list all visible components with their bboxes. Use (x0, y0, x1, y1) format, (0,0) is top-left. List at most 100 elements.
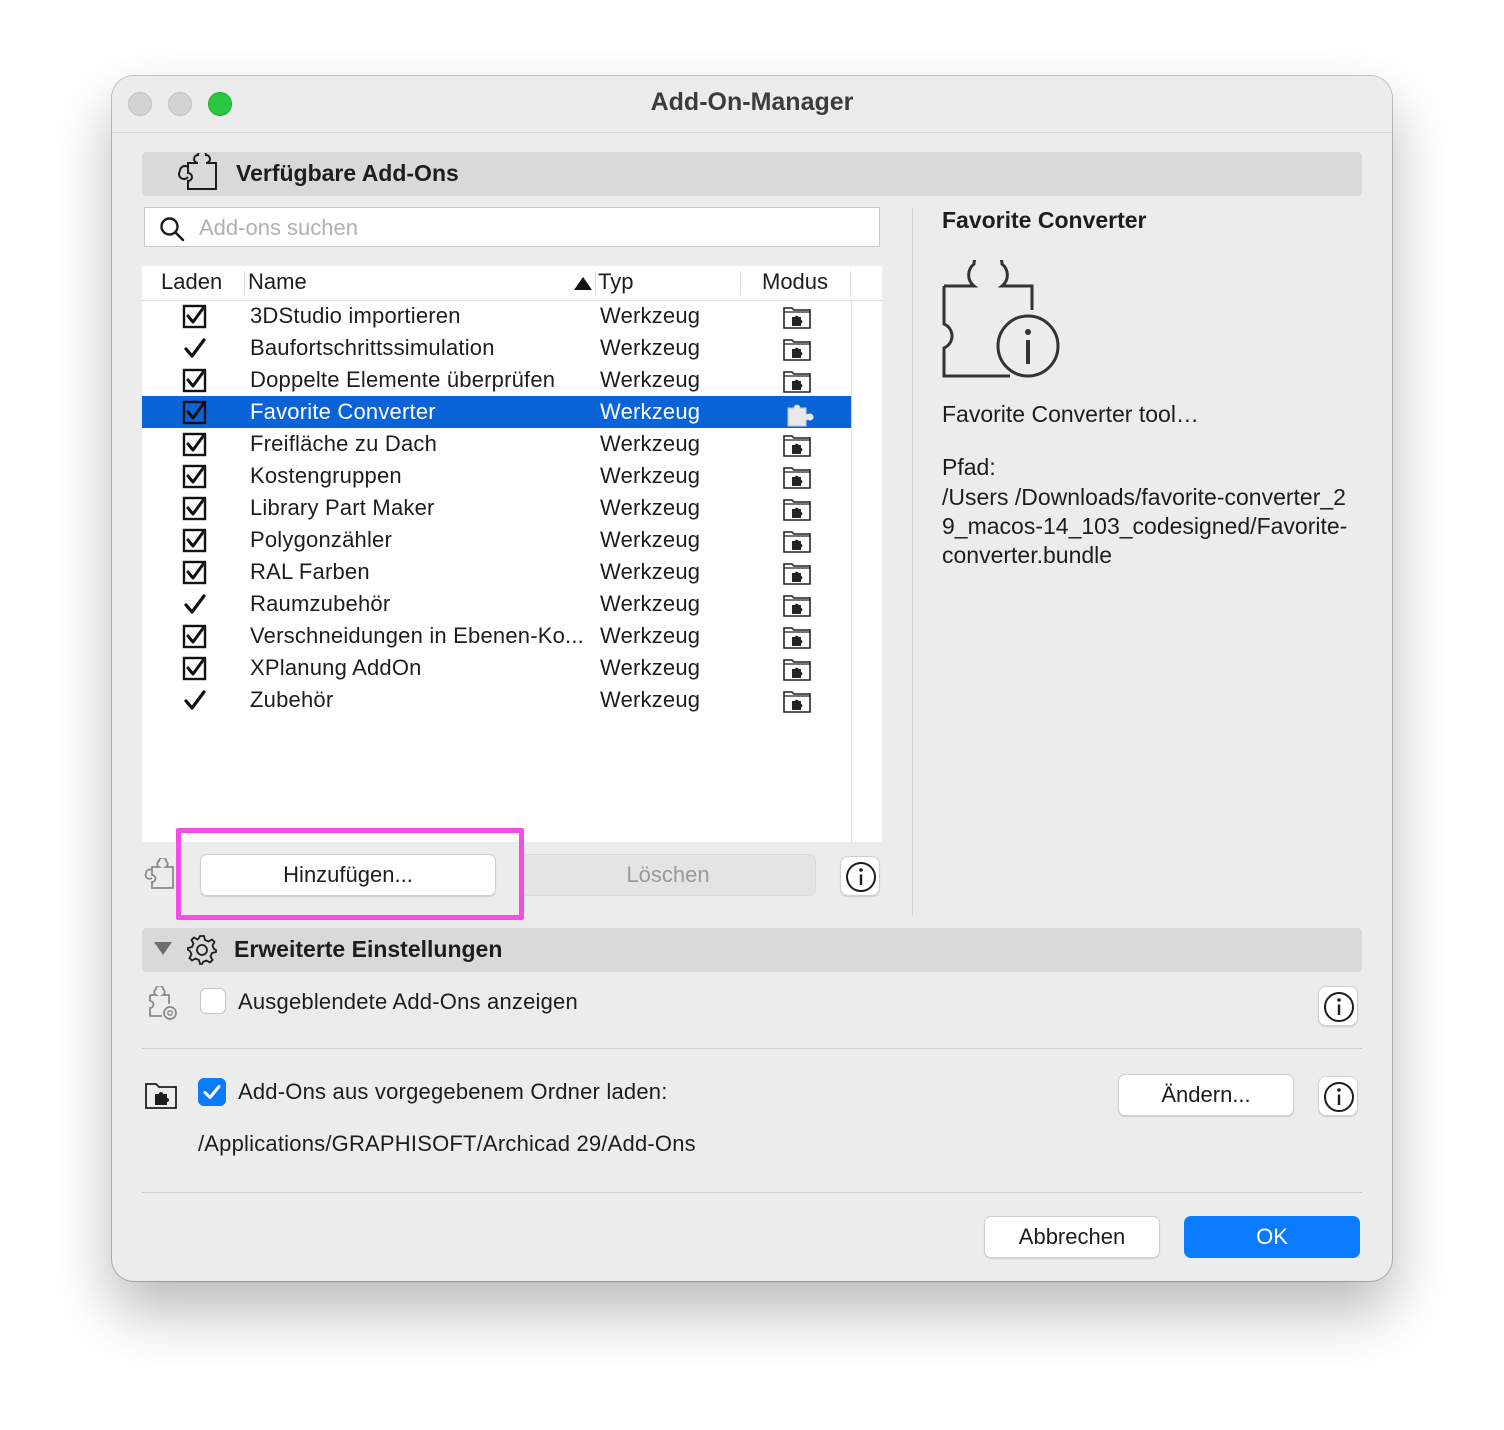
table-row[interactable]: Zubehör Werkzeug (142, 684, 852, 716)
table-row[interactable]: 3DStudio importieren Werkzeug (142, 300, 852, 332)
table-row[interactable]: Freifläche zu Dach Werkzeug (142, 428, 852, 460)
addon-type: Werkzeug (600, 527, 701, 552)
info-button[interactable] (1318, 986, 1358, 1026)
addon-name: Baufortschrittssimulation (250, 335, 495, 360)
addon-name: Polygonzähler (250, 527, 393, 552)
addon-folder-icon (144, 1080, 178, 1115)
table-row[interactable]: Kostengruppen Werkzeug (142, 460, 852, 492)
search-icon (159, 216, 185, 247)
load-checkbox[interactable] (182, 624, 208, 655)
load-checkbox[interactable] (182, 464, 208, 495)
column-header-load[interactable]: Laden (161, 269, 222, 295)
checkmark-icon[interactable] (182, 592, 208, 623)
column-separator (595, 271, 596, 295)
info-icon (1324, 1082, 1354, 1112)
addon-mode-folder-icon (782, 496, 812, 527)
addon-mode-folder-icon (782, 688, 812, 719)
addon-type: Werkzeug (600, 591, 701, 616)
load-checkbox[interactable] (182, 528, 208, 559)
addon-type: Werkzeug (600, 623, 701, 648)
column-header-mode[interactable]: Modus (762, 269, 828, 295)
addon-name: Doppelte Elemente überprüfen (250, 367, 556, 392)
change-folder-button[interactable]: Ändern... (1118, 1074, 1294, 1116)
checkmark-icon (203, 1085, 221, 1099)
delete-button[interactable]: Löschen (520, 854, 816, 896)
addon-name: Kostengruppen (250, 463, 402, 488)
load-checkbox[interactable] (182, 496, 208, 527)
addon-mode-folder-icon (782, 464, 812, 495)
detail-description: Favorite Converter tool… (942, 401, 1199, 427)
load-checkbox[interactable] (182, 400, 208, 431)
info-button[interactable] (840, 856, 880, 896)
load-checkbox[interactable] (182, 560, 208, 591)
addon-type: Werkzeug (600, 687, 701, 712)
search-field[interactable] (144, 207, 880, 247)
addons-table: Laden Name Typ Modus 3DStudio importiere… (142, 266, 882, 842)
detail-path: /Users /Downloads/favorite-converter_29_… (942, 484, 1348, 568)
load-checkbox[interactable] (182, 304, 208, 335)
show-hidden-checkbox[interactable] (200, 988, 226, 1014)
load-checkbox[interactable] (182, 656, 208, 687)
available-addons-header: Verfügbare Add-Ons (142, 150, 1362, 198)
table-header: Laden Name Typ Modus (142, 266, 882, 301)
folder-path: /Applications/GRAPHISOFT/Archicad 29/Add… (198, 1131, 696, 1156)
checkmark-icon[interactable] (182, 336, 208, 367)
panel-divider (912, 208, 913, 916)
column-header-name[interactable]: Name (248, 269, 307, 295)
table-scroll-divider (851, 300, 852, 842)
window-title: Add-On-Manager (650, 88, 854, 116)
addon-type: Werkzeug (600, 335, 701, 360)
detail-title: Favorite Converter (942, 207, 1147, 233)
addon-name: Freifläche zu Dach (250, 431, 438, 456)
checkmark-icon[interactable] (182, 688, 208, 719)
advanced-settings-header[interactable]: Erweiterte Einstellungen (142, 928, 1362, 972)
addon-name: 3DStudio importieren (250, 303, 461, 328)
addon-type: Werkzeug (600, 431, 701, 456)
addon-mode-folder-icon (782, 560, 812, 591)
load-checkbox[interactable] (182, 432, 208, 463)
ok-button[interactable]: OK (1184, 1216, 1360, 1258)
addon-name: Verschneidungen in Ebenen-Ko... (250, 623, 584, 648)
column-separator (740, 271, 741, 295)
sort-ascending-icon (574, 277, 592, 290)
column-separator (850, 271, 851, 295)
addon-mode-folder-icon (782, 528, 812, 559)
table-row[interactable]: Raumzubehör Werkzeug (142, 588, 852, 620)
show-hidden-label: Ausgeblendete Add-Ons anzeigen (238, 989, 578, 1014)
addon-name: Library Part Maker (250, 495, 435, 520)
table-row[interactable]: RAL Farben Werkzeug (142, 556, 852, 588)
puzzle-icon (144, 856, 180, 897)
load-folder-label: Add-Ons aus vorgegebenem Ordner laden: (238, 1079, 668, 1104)
disclosure-triangle-icon[interactable] (154, 942, 172, 955)
table-row[interactable]: Doppelte Elemente überprüfen Werkzeug (142, 364, 852, 396)
table-row[interactable]: Library Part Maker Werkzeug (142, 492, 852, 524)
table-row[interactable]: Verschneidungen in Ebenen-Ko... Werkzeug (142, 620, 852, 652)
table-row[interactable]: Favorite Converter Werkzeug (142, 396, 852, 428)
addon-mode-folder-icon (782, 656, 812, 687)
search-input[interactable] (197, 212, 861, 244)
table-row[interactable]: XPlanung AddOn Werkzeug (142, 652, 852, 684)
load-folder-checkbox[interactable] (198, 1078, 226, 1106)
addon-type: Werkzeug (600, 495, 701, 520)
addon-name: Zubehör (250, 687, 334, 712)
load-checkbox[interactable] (182, 368, 208, 399)
cancel-button[interactable]: Abbrechen (984, 1216, 1160, 1258)
table-row[interactable]: Baufortschrittssimulation Werkzeug (142, 332, 852, 364)
puzzle-icon (178, 150, 222, 198)
addon-mode-folder-icon (782, 592, 812, 623)
column-header-type[interactable]: Typ (598, 269, 633, 295)
advanced-settings-title: Erweiterte Einstellungen (234, 936, 503, 962)
info-button[interactable] (1318, 1076, 1358, 1116)
addon-info-icon (940, 248, 1064, 387)
addon-type: Werkzeug (600, 463, 701, 488)
separator (142, 1048, 1362, 1049)
addon-mode-folder-icon (782, 432, 812, 463)
gear-icon (186, 934, 218, 971)
info-icon (1324, 992, 1354, 1022)
add-on-manager-window: Add-On-Manager Verfügbare Add-Ons Laden … (112, 76, 1392, 1281)
addon-type: Werkzeug (600, 303, 701, 328)
available-addons-title: Verfügbare Add-Ons (236, 160, 459, 186)
puzzle-gear-icon (142, 984, 180, 1027)
addon-type: Werkzeug (600, 399, 701, 424)
table-row[interactable]: Polygonzähler Werkzeug (142, 524, 852, 556)
